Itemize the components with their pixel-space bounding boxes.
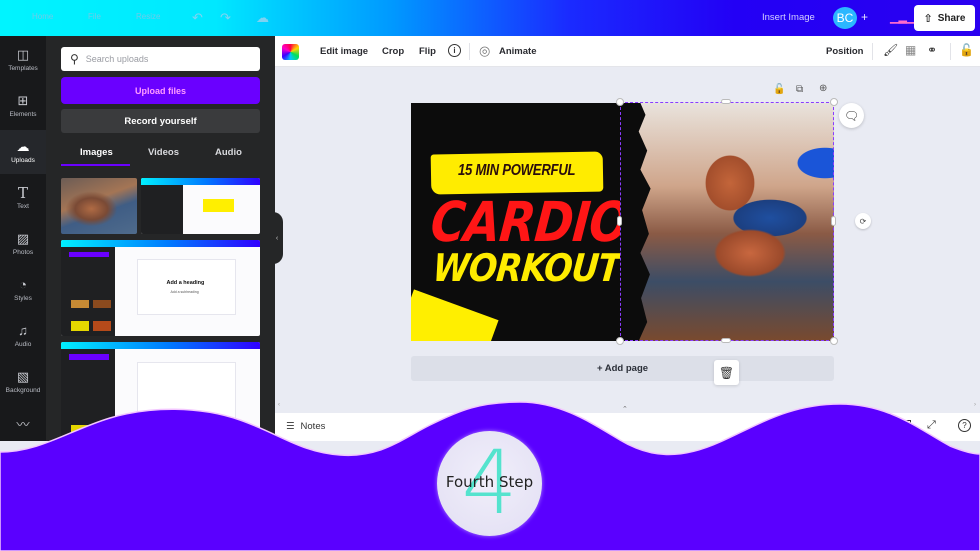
lock-icon[interactable]: 🔓 — [959, 43, 974, 57]
link-icon[interactable]: ⚭ — [927, 43, 937, 57]
flip-button[interactable]: Flip — [419, 46, 436, 57]
search-placeholder: Search uploads — [85, 54, 149, 64]
resize-handle[interactable] — [830, 337, 838, 345]
paint-roller-icon[interactable]: 🖌 — [883, 43, 898, 57]
avatar[interactable]: BC — [833, 7, 857, 29]
collapse-panel-handle[interactable]: ‹ — [271, 212, 283, 264]
toolbar-divider — [872, 43, 873, 60]
animate-button[interactable]: Animate — [499, 46, 536, 57]
add-collaborator-button[interactable]: + — [861, 10, 868, 24]
upload-thumbnail-photo[interactable] — [61, 178, 137, 234]
rail-label: Templates — [8, 65, 38, 72]
thumb-heading: Add a heading — [166, 280, 205, 287]
resize-handle[interactable] — [616, 337, 624, 345]
resize-handle[interactable] — [616, 98, 624, 106]
resize-handle[interactable] — [830, 98, 838, 106]
menu-home[interactable]: Home — [32, 12, 53, 21]
menu-resize[interactable]: Resize — [136, 12, 160, 21]
selection-outline — [620, 102, 834, 341]
rail-label: Text — [17, 203, 29, 210]
tab-images[interactable]: Images — [80, 147, 113, 158]
editor-toolbar: Edit image Crop Flip i ◎ Animate Positio… — [275, 36, 980, 67]
rail-item-photos[interactable]: ▨ Photos — [0, 222, 46, 266]
elements-icon: ⊞ — [17, 93, 29, 108]
palette-icon: ◔ — [19, 277, 27, 292]
add-page-icon[interactable]: ⊕ — [819, 83, 827, 94]
rail-item-background[interactable]: ▧ Background — [0, 360, 46, 404]
thumb-subheading: Add a subheading — [170, 289, 199, 294]
headline-cardio[interactable]: CARDIO — [428, 190, 631, 254]
add-comment-button[interactable]: 🗨 — [839, 103, 864, 128]
background-hatch-icon: ▧ — [16, 369, 30, 384]
info-icon[interactable]: i — [448, 44, 461, 57]
tab-audio[interactable]: Audio — [215, 147, 242, 158]
rail-item-elements[interactable]: ⊞ Elements — [0, 84, 46, 128]
delete-page-button[interactable]: 🗑 — [714, 360, 739, 385]
upload-files-button[interactable]: Upload files — [61, 77, 260, 104]
step-label: Fourth Step — [445, 473, 534, 491]
insights-chart-icon[interactable]: ▁▂▁ — [890, 11, 915, 24]
rail-label: Photos — [12, 249, 34, 256]
animate-icon[interactable]: ◎ — [479, 43, 490, 59]
active-tab-indicator — [61, 164, 130, 166]
rail-item-styles[interactable]: ◔ Styles — [0, 268, 46, 312]
text-icon: T — [17, 184, 28, 202]
resize-handle[interactable] — [831, 216, 836, 226]
trash-icon: 🗑 — [718, 365, 735, 380]
toolbar-divider — [469, 43, 470, 60]
rotate-button[interactable]: ⟳ — [855, 213, 871, 229]
search-icon: ⚲ — [70, 52, 79, 66]
rail-label: Styles — [14, 295, 32, 302]
left-rail: ◫ Templates ⊞ Elements ☁ Uploads T Text … — [0, 36, 46, 441]
toolbar-divider — [950, 43, 951, 60]
redo-icon[interactable]: ↷ — [220, 10, 231, 26]
share-label: Share — [937, 12, 966, 24]
headline-15-min[interactable]: 15 MIN POWERFUL — [458, 162, 576, 180]
rotate-icon: ⟳ — [859, 216, 867, 226]
rail-item-text[interactable]: T Text — [0, 176, 46, 220]
unlock-icon[interactable]: 🔓 — [773, 84, 785, 95]
color-picker-icon[interactable] — [282, 44, 299, 60]
add-page-button[interactable]: + Add page — [411, 356, 834, 381]
rail-label: Background — [5, 387, 41, 394]
search-input[interactable]: ⚲ Search uploads — [61, 47, 260, 71]
photos-icon: ▨ — [16, 231, 30, 246]
undo-icon[interactable]: ↶ — [192, 10, 203, 26]
document-title[interactable]: Insert Image — [762, 12, 815, 23]
upload-thumbnail-screenshot[interactable]: Add a heading Add a subheading — [61, 240, 260, 336]
edit-image-button[interactable]: Edit image — [320, 46, 368, 57]
resize-handle[interactable] — [617, 216, 622, 226]
headline-workout[interactable]: WORKOUT — [431, 246, 622, 290]
top-bar: Home File Resize ↶ ↷ ☁ Insert Image BC +… — [0, 0, 980, 36]
rail-label: Audio — [14, 341, 32, 348]
uploads-panel: ⚲ Search uploads Upload files Record you… — [46, 36, 275, 441]
music-note-icon: ♫ — [18, 323, 28, 338]
upload-cloud-icon: ☁ — [16, 139, 30, 154]
rail-item-uploads[interactable]: ☁ Uploads — [0, 130, 46, 174]
resize-handle[interactable] — [721, 99, 731, 104]
comment-icon: 🗨 — [843, 108, 860, 123]
position-button[interactable]: Position — [826, 46, 863, 57]
templates-icon: ◫ — [16, 47, 30, 62]
rail-item-templates[interactable]: ◫ Templates — [0, 38, 46, 82]
tab-videos[interactable]: Videos — [148, 147, 179, 158]
screen: Home File Resize ↶ ↷ ☁ Insert Image BC +… — [0, 0, 980, 551]
upload-thumbnail-screenshot[interactable] — [141, 178, 260, 234]
crop-button[interactable]: Crop — [382, 46, 404, 57]
transparency-icon[interactable]: ▦ — [905, 43, 916, 57]
cloud-saved-icon: ☁ — [256, 10, 269, 25]
resize-handle[interactable] — [721, 338, 731, 343]
rail-label: Uploads — [11, 157, 35, 164]
yellow-corner-shape[interactable] — [411, 289, 499, 341]
duplicate-icon[interactable]: ⧉ — [796, 84, 803, 95]
share-upload-icon: ⇧ — [923, 12, 933, 25]
record-yourself-button[interactable]: Record yourself — [61, 109, 260, 133]
step-badge: 4 Fourth Step — [437, 431, 542, 536]
rail-item-audio[interactable]: ♫ Audio — [0, 314, 46, 358]
menu-file[interactable]: File — [88, 12, 101, 21]
share-button[interactable]: ⇧ Share — [914, 5, 975, 31]
rail-label: Elements — [9, 111, 37, 118]
